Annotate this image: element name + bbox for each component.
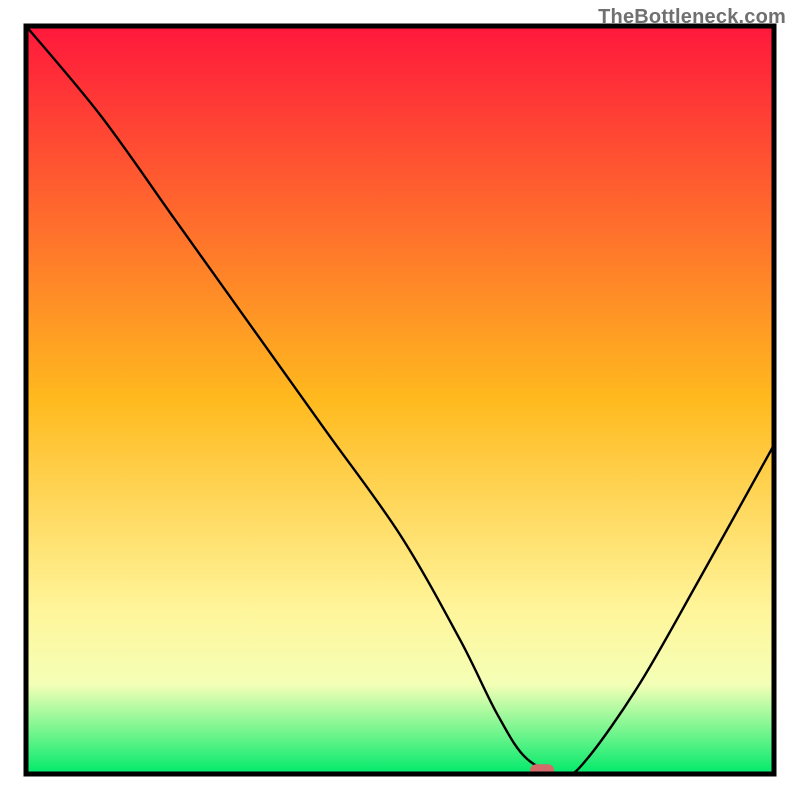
chart-container: TheBottleneck.com: [0, 0, 800, 800]
watermark-label: TheBottleneck.com: [598, 6, 786, 29]
bottleneck-chart: [0, 0, 800, 800]
background-gradient: [26, 26, 774, 774]
